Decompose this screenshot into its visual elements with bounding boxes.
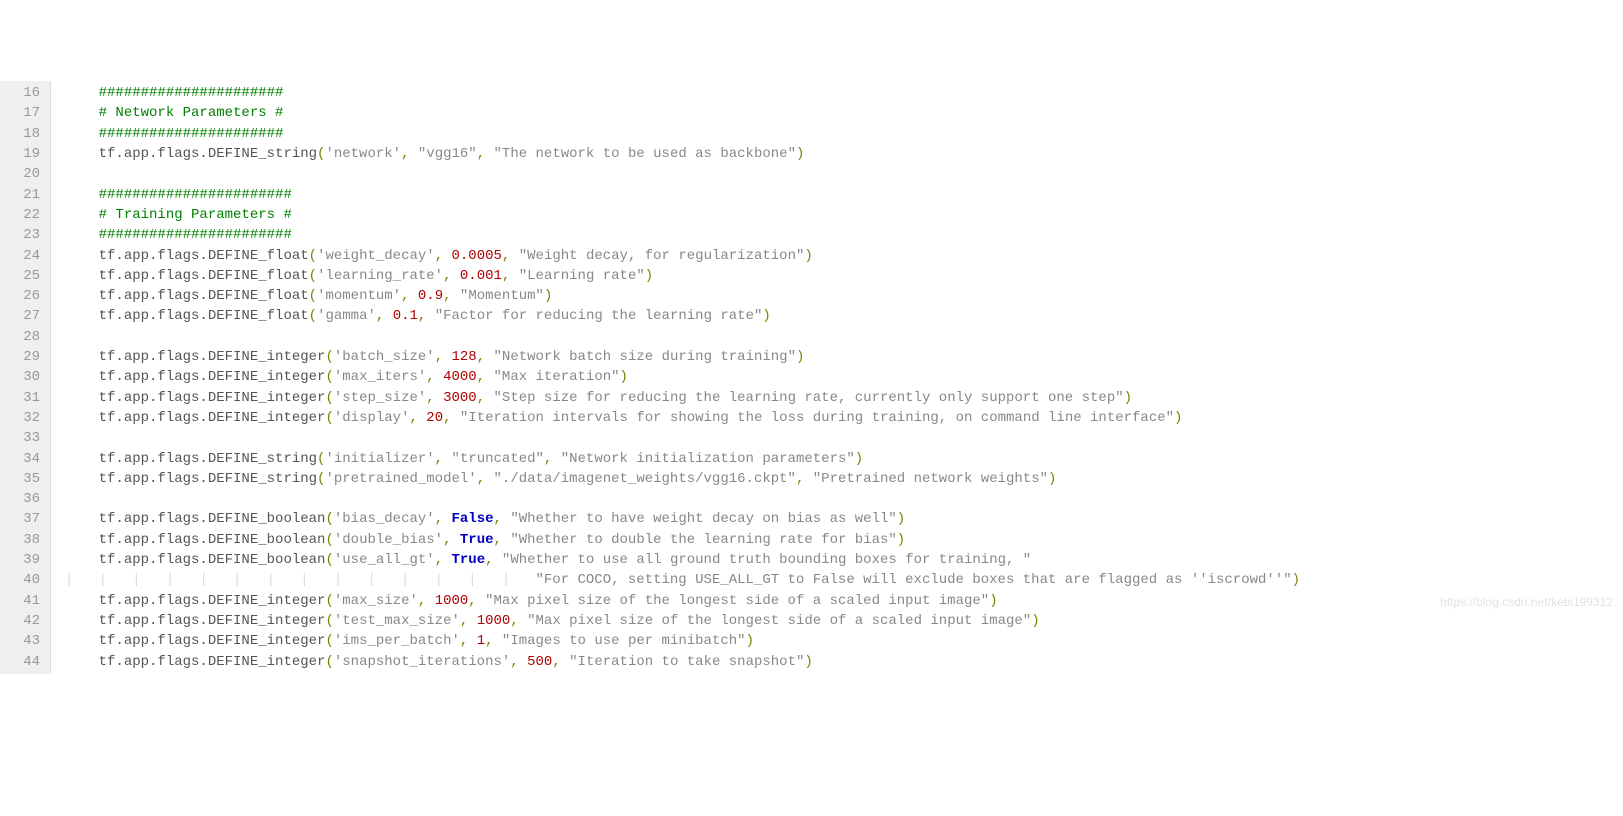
code-editor: 1617181920212223242526272829303132333435… [0, 81, 1623, 674]
code-line: tf.app.flags.DEFINE_integer('ims_per_bat… [65, 631, 1300, 651]
line-number: 42 [4, 611, 40, 631]
code-line: ###################### [65, 83, 1300, 103]
line-number: 27 [4, 306, 40, 326]
code-line: tf.app.flags.DEFINE_integer('step_size',… [65, 388, 1300, 408]
line-number: 22 [4, 205, 40, 225]
code-line: ####################### [65, 225, 1300, 245]
code-line [65, 164, 1300, 184]
line-number-gutter: 1617181920212223242526272829303132333435… [0, 81, 51, 674]
line-number: 44 [4, 652, 40, 672]
line-number: 20 [4, 164, 40, 184]
line-number: 23 [4, 225, 40, 245]
line-number: 16 [4, 83, 40, 103]
code-line: tf.app.flags.DEFINE_boolean('use_all_gt'… [65, 550, 1300, 570]
line-number: 21 [4, 185, 40, 205]
code-line: tf.app.flags.DEFINE_string('initializer'… [65, 449, 1300, 469]
code-line: # Training Parameters # [65, 205, 1300, 225]
line-number: 33 [4, 428, 40, 448]
line-number: 26 [4, 286, 40, 306]
code-line: tf.app.flags.DEFINE_float('momentum', 0.… [65, 286, 1300, 306]
line-number: 37 [4, 509, 40, 529]
line-number: 32 [4, 408, 40, 428]
code-line: # Network Parameters # [65, 103, 1300, 123]
line-number: 25 [4, 266, 40, 286]
line-number: 28 [4, 327, 40, 347]
code-line: tf.app.flags.DEFINE_integer('test_max_si… [65, 611, 1300, 631]
watermark-text: https://blog.csdn.net/kebi199312 [1440, 594, 1613, 611]
code-line: ###################### [65, 124, 1300, 144]
line-number: 19 [4, 144, 40, 164]
code-line [65, 327, 1300, 347]
code-line: | | | | | | | | | | | | | | "For COCO, s… [65, 570, 1300, 590]
code-area[interactable]: ###################### # Network Paramet… [51, 81, 1300, 674]
code-line: tf.app.flags.DEFINE_boolean('bias_decay'… [65, 509, 1300, 529]
code-line [65, 489, 1300, 509]
line-number: 35 [4, 469, 40, 489]
line-number: 24 [4, 246, 40, 266]
line-number: 18 [4, 124, 40, 144]
line-number: 34 [4, 449, 40, 469]
code-line: tf.app.flags.DEFINE_integer('max_size', … [65, 591, 1300, 611]
code-line: tf.app.flags.DEFINE_integer('display', 2… [65, 408, 1300, 428]
code-line: tf.app.flags.DEFINE_integer('snapshot_it… [65, 652, 1300, 672]
line-number: 40 [4, 570, 40, 590]
line-number: 29 [4, 347, 40, 367]
code-line: tf.app.flags.DEFINE_integer('batch_size'… [65, 347, 1300, 367]
line-number: 31 [4, 388, 40, 408]
code-line: tf.app.flags.DEFINE_string('network', "v… [65, 144, 1300, 164]
line-number: 36 [4, 489, 40, 509]
line-number: 17 [4, 103, 40, 123]
code-line: tf.app.flags.DEFINE_boolean('double_bias… [65, 530, 1300, 550]
code-line: tf.app.flags.DEFINE_float('learning_rate… [65, 266, 1300, 286]
line-number: 39 [4, 550, 40, 570]
code-line: tf.app.flags.DEFINE_string('pretrained_m… [65, 469, 1300, 489]
code-line: tf.app.flags.DEFINE_integer('max_iters',… [65, 367, 1300, 387]
code-line: ####################### [65, 185, 1300, 205]
line-number: 30 [4, 367, 40, 387]
line-number: 38 [4, 530, 40, 550]
line-number: 43 [4, 631, 40, 651]
code-line: tf.app.flags.DEFINE_float('weight_decay'… [65, 246, 1300, 266]
line-number: 41 [4, 591, 40, 611]
code-line: tf.app.flags.DEFINE_float('gamma', 0.1, … [65, 306, 1300, 326]
code-line [65, 428, 1300, 448]
